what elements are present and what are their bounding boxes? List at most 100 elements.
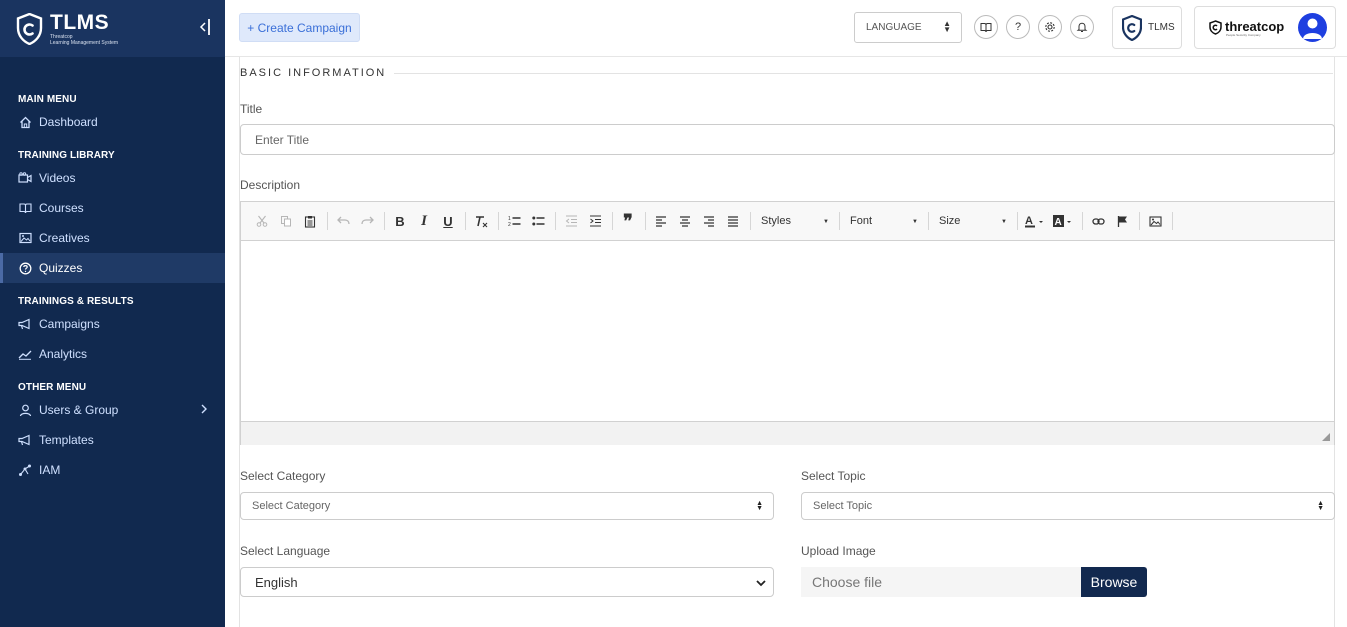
video-icon: [18, 171, 32, 185]
tlms-app-card[interactable]: TLMS: [1112, 6, 1182, 49]
chevron-down-icon: ▼: [1001, 219, 1007, 225]
sidebar-item-courses[interactable]: Courses: [0, 193, 225, 223]
sidebar-item-iam[interactable]: IAM: [0, 455, 225, 485]
language-select-value: LANGUAGE: [866, 22, 922, 33]
editor-toolbar: B I U 12 ❞ Styles ▼ Font ▼ Size ▼ A A: [241, 202, 1334, 241]
brand-subtitle-2: Learning Management System: [50, 39, 119, 46]
background-color-icon[interactable]: A: [1050, 210, 1076, 232]
collapse-sidebar-icon[interactable]: [199, 17, 211, 42]
sidebar-item-templates[interactable]: Templates: [0, 425, 225, 455]
help-icon[interactable]: ?: [1006, 15, 1030, 39]
user-icon: [18, 403, 32, 417]
title-input-placeholder: Enter Title: [255, 132, 310, 147]
flag-anchor-icon[interactable]: [1111, 210, 1133, 232]
align-left-icon[interactable]: [650, 210, 672, 232]
description-label: Description: [240, 178, 301, 192]
section-main-menu: MAIN MENU: [18, 94, 77, 105]
copy-icon[interactable]: [275, 210, 297, 232]
sidebar-item-label: Dashboard: [39, 115, 98, 129]
section-other-menu: OTHER MENU: [18, 382, 87, 393]
styles-combo[interactable]: Styles ▼: [755, 210, 835, 232]
sidebar-item-label: Quizzes: [39, 261, 83, 275]
category-select[interactable]: Select Category ▲ ▼: [240, 492, 774, 520]
chevron-down-icon: ▼: [912, 219, 918, 225]
size-combo[interactable]: Size ▼: [933, 210, 1013, 232]
paste-icon[interactable]: [299, 210, 321, 232]
shield-logo-icon: [1122, 14, 1142, 41]
company-tagline: People Security Company: [1226, 32, 1261, 37]
font-combo[interactable]: Font ▼: [844, 210, 924, 232]
align-center-icon[interactable]: [674, 210, 696, 232]
title-input[interactable]: Enter Title: [240, 124, 1335, 155]
language-form-select[interactable]: English: [240, 567, 774, 597]
italic-icon[interactable]: I: [413, 210, 435, 232]
align-justify-icon[interactable]: [722, 210, 744, 232]
indent-icon[interactable]: [584, 210, 606, 232]
sidebar-item-label: Analytics: [39, 347, 88, 361]
create-campaign-button[interactable]: + Create Campaign: [239, 13, 360, 42]
avatar[interactable]: [1298, 13, 1327, 42]
topic-label: Select Topic: [801, 469, 866, 483]
sidebar-item-users-group[interactable]: Users & Group: [0, 395, 225, 425]
book-icon: [18, 201, 32, 215]
remove-format-icon[interactable]: [470, 210, 492, 232]
sidebar-item-label: Campaigns: [39, 317, 100, 331]
brand: TLMS Threatcop Learning Management Syste…: [0, 0, 225, 57]
underline-icon[interactable]: U: [437, 210, 459, 232]
upload-image-input[interactable]: Choose file Browse: [801, 567, 1147, 597]
blockquote-icon[interactable]: ❞: [617, 210, 639, 232]
settings-icon[interactable]: [1038, 15, 1062, 39]
bell-icon[interactable]: [1070, 15, 1094, 39]
chevron-right-icon: [200, 403, 208, 418]
image-icon: [18, 231, 32, 245]
svg-text:A: A: [1025, 215, 1033, 227]
image-insert-icon[interactable]: [1144, 210, 1166, 232]
question-icon: [18, 261, 32, 275]
megaphone-icon: [18, 433, 32, 447]
megaphone-icon: [18, 317, 32, 331]
main-content: BASIC INFORMATION Title Enter Title Desc…: [225, 57, 1347, 627]
sidebar-item-analytics[interactable]: Analytics: [0, 339, 225, 369]
resize-handle-icon[interactable]: [1322, 433, 1330, 441]
link-icon[interactable]: [1087, 210, 1109, 232]
sidebar-item-videos[interactable]: Videos: [0, 163, 225, 193]
language-select[interactable]: LANGUAGE ▲ ▼: [854, 12, 962, 43]
size-combo-label: Size: [939, 215, 961, 227]
styles-combo-label: Styles: [761, 215, 791, 227]
chart-line-icon: [18, 347, 32, 361]
sidebar-item-label: Videos: [39, 171, 76, 185]
bullet-list-icon[interactable]: [527, 210, 549, 232]
home-icon: [18, 115, 32, 129]
sidebar-item-campaigns[interactable]: Campaigns: [0, 309, 225, 339]
file-placeholder: Choose file: [812, 574, 883, 590]
select-arrows-icon: ▲ ▼: [943, 19, 951, 34]
browse-button[interactable]: Browse: [1081, 567, 1147, 597]
topic-select[interactable]: Select Topic ▲ ▼: [801, 492, 1335, 520]
text-color-icon[interactable]: A: [1022, 210, 1048, 232]
numbered-list-icon[interactable]: 12: [503, 210, 525, 232]
section-training-library: TRAINING LIBRARY: [18, 150, 115, 161]
svg-text:A: A: [1055, 217, 1062, 228]
company-profile-card[interactable]: threatcop People Security Company: [1194, 6, 1336, 49]
sidebar-item-quizzes[interactable]: Quizzes: [0, 253, 225, 283]
redo-icon[interactable]: [356, 210, 378, 232]
sidebar-menu: MAIN MENU Dashboard TRAINING LIBRARY Vid…: [0, 57, 225, 485]
language-label: Select Language: [240, 544, 331, 558]
sidebar-item-label: Users & Group: [39, 403, 119, 417]
book-open-icon[interactable]: [974, 15, 998, 39]
sidebar-item-creatives[interactable]: Creatives: [0, 223, 225, 253]
sidebar-item-dashboard[interactable]: Dashboard: [0, 107, 225, 137]
title-label: Title: [240, 102, 263, 116]
bold-icon[interactable]: B: [389, 210, 411, 232]
company-name: threatcop: [1225, 18, 1285, 34]
cut-icon[interactable]: [251, 210, 273, 232]
section-trainings-results: TRAININGS & RESULTS: [18, 296, 134, 307]
sidebar-item-label: Creatives: [39, 231, 90, 245]
outdent-icon[interactable]: [560, 210, 582, 232]
editor-content-area[interactable]: [241, 241, 1334, 422]
undo-icon[interactable]: [332, 210, 354, 232]
language-select-value: English: [255, 574, 298, 590]
sidebar: TLMS Threatcop Learning Management Syste…: [0, 0, 225, 627]
section-divider: [385, 73, 1333, 74]
align-right-icon[interactable]: [698, 210, 720, 232]
